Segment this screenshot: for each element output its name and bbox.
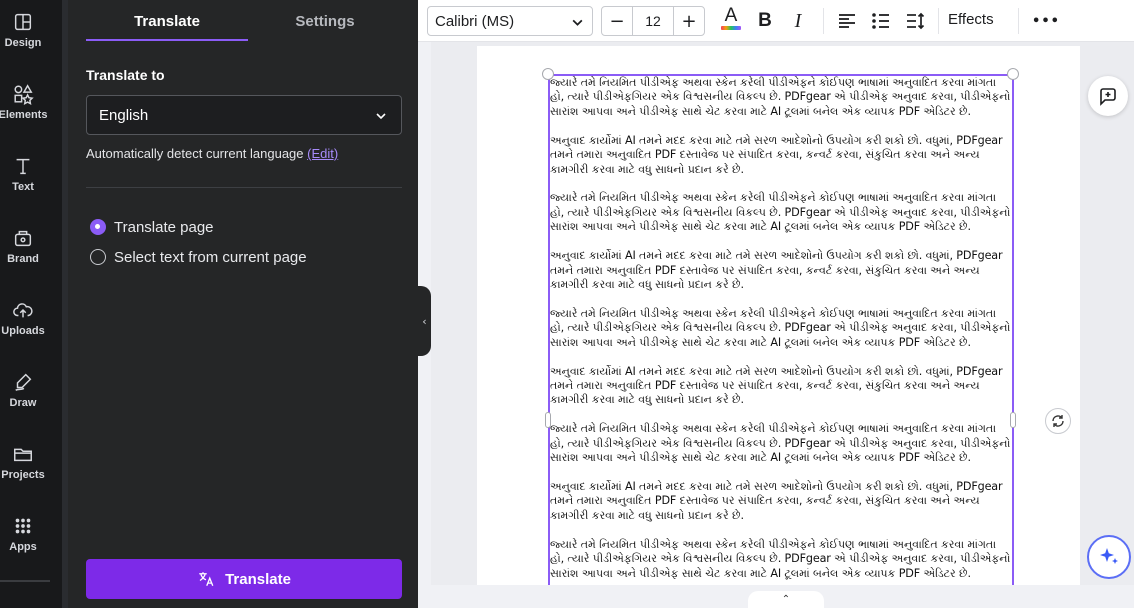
rotate-icon [1052, 415, 1064, 427]
comment-add-icon [1100, 88, 1116, 106]
translate-icon [199, 572, 214, 587]
sparkle-icon [1100, 548, 1118, 564]
paragraph: જ્યારે તમે નિયમિત પીડીએફ અથવા સ્કેન કરેલ… [550, 306, 1011, 349]
option-select-text[interactable]: Select text from current page [90, 246, 307, 268]
resize-handle-top-left[interactable] [542, 68, 554, 80]
brand-icon [14, 230, 32, 247]
rail-draw-button[interactable]: Draw [0, 360, 46, 420]
rail-draw-label: Draw [9, 397, 37, 409]
resize-handle-left[interactable] [545, 412, 551, 428]
chevron-up-icon: ⌃ [781, 594, 791, 605]
language-value: English [99, 106, 149, 124]
translate-button-label: Translate [225, 570, 291, 588]
font-family-value: Calibri (MS) [435, 12, 515, 30]
rail-brand-button[interactable]: Brand [0, 216, 46, 276]
increase-size-button[interactable]: + [674, 7, 704, 35]
font-size-stepper: − 12 + [601, 6, 705, 36]
draw-icon [15, 373, 32, 391]
spacing-button[interactable] [903, 9, 927, 33]
rail-elements-button[interactable]: Elements [0, 72, 48, 132]
rail-design-button[interactable]: Design [0, 0, 46, 60]
rail-brand-label: Brand [7, 253, 39, 265]
paragraph: જ્યારે તમે નિયમિત પીડીએફ અથવા સ્કેન કરેલ… [550, 537, 1011, 580]
chevron-left-icon: ‹ [422, 314, 427, 328]
tab-translate[interactable]: Translate [86, 0, 248, 42]
chevron-down-icon [376, 113, 386, 120]
radio-unselected-icon[interactable] [90, 249, 106, 265]
text-icon [16, 158, 30, 175]
apps-icon [15, 518, 31, 534]
font-family-select[interactable]: Calibri (MS) [427, 6, 593, 36]
bold-button[interactable]: B [753, 9, 777, 33]
toolbar-divider [1018, 8, 1019, 34]
translate-to-heading: Translate to [86, 67, 165, 83]
projects-icon [14, 448, 32, 462]
magic-assistant-button[interactable] [1087, 535, 1131, 579]
option-select-text-label: Select text from current page [114, 248, 307, 266]
rail-uploads-label: Uploads [1, 325, 45, 337]
option-translate-page-label: Translate page [114, 218, 214, 236]
resize-handle-top-right[interactable] [1007, 68, 1019, 80]
elements-icon [14, 84, 34, 105]
radio-selected-icon[interactable] [90, 219, 106, 235]
collapse-panel-button[interactable]: ‹ [418, 286, 431, 356]
rail-elements-label: Elements [0, 109, 48, 121]
color-swatch-bar [721, 26, 741, 30]
paragraph: અનુવાદ કાર્યોમાં AI તમને મદદ કરવા માટે ત… [550, 133, 1003, 176]
toolbar-divider [938, 8, 939, 34]
language-select[interactable]: English [86, 95, 402, 135]
paragraph: અનુવાદ કાર્યોમાં AI તમને મદદ કરવા માટે ત… [550, 249, 1003, 291]
text-toolbar: Calibri (MS) − 12 + A B I Effects ••• [418, 0, 1134, 42]
text-color-glyph: A [724, 5, 738, 26]
paragraph: જ્યારે તમે નિયમિત પીડીએફ અથવા સ્કેન કરેલ… [550, 191, 1011, 234]
toolbar-divider [823, 8, 824, 34]
paragraph: અનુવાદ કાર્યોમાં AI તમને મદદ કરવા માટે ત… [550, 480, 1003, 522]
panel-divider [86, 187, 402, 188]
align-left-button[interactable] [835, 9, 859, 33]
selected-text-box[interactable]: જ્યારે તમે નિયમિત પીડીએફ અથવા સ્કેન કરેલ… [548, 74, 1014, 608]
rail-projects-button[interactable]: Projects [0, 432, 46, 492]
paragraph: અનુવાદ કાર્યોમાં AI તમને મદદ કરવા માટે ત… [550, 364, 1003, 407]
rail-projects-label: Projects [1, 469, 45, 481]
italic-button[interactable]: I [786, 9, 810, 33]
paragraph: જ્યારે તમે નિયમિત પીડીએફ અથવા સ્કેન કરેલ… [550, 76, 1011, 118]
add-comment-button[interactable] [1088, 76, 1128, 116]
rotate-button[interactable] [1045, 408, 1071, 434]
detect-text: Automatically detect current language [86, 146, 304, 161]
list-button[interactable] [869, 9, 893, 33]
edit-detect-link[interactable]: (Edit) [307, 146, 338, 161]
rail-text-button[interactable]: Text [0, 144, 46, 204]
paragraph: જ્યારે તમે નિયમિત પીડીએફ અથવા સ્કેન કરેલ… [550, 422, 1011, 465]
detect-language-note: Automatically detect current language (E… [86, 146, 338, 161]
decrease-size-button[interactable]: − [602, 7, 632, 35]
rail-uploads-button[interactable]: Uploads [0, 288, 46, 348]
panel-tabs: Translate Settings [86, 0, 402, 42]
translate-button[interactable]: Translate [86, 559, 402, 599]
align-left-icon [839, 14, 855, 28]
rail-apps-label: Apps [9, 541, 37, 553]
text-color-button[interactable]: A [719, 6, 743, 30]
effects-button[interactable]: Effects [948, 11, 994, 28]
rail-apps-button[interactable]: Apps [0, 504, 46, 564]
bullet-list-icon [872, 13, 889, 29]
uploads-icon [13, 303, 33, 318]
font-size-input[interactable]: 12 [632, 7, 674, 35]
design-icon [14, 13, 32, 31]
option-translate-page[interactable]: Translate page [90, 216, 214, 238]
more-options-button[interactable]: ••• [1032, 9, 1059, 33]
rail-text-label: Text [12, 181, 34, 193]
show-pages-button[interactable]: ⌃ [748, 591, 824, 608]
chevron-down-icon [572, 19, 583, 26]
rail-design-label: Design [4, 37, 42, 49]
rail-divider [0, 580, 50, 582]
left-rail: Design Elements Text Brand Uploads Draw … [0, 0, 62, 608]
tab-settings[interactable]: Settings [244, 0, 406, 42]
translate-panel: Translate Settings Translate to English … [68, 0, 418, 608]
line-spacing-icon [907, 12, 925, 30]
resize-handle-right[interactable] [1010, 412, 1016, 428]
